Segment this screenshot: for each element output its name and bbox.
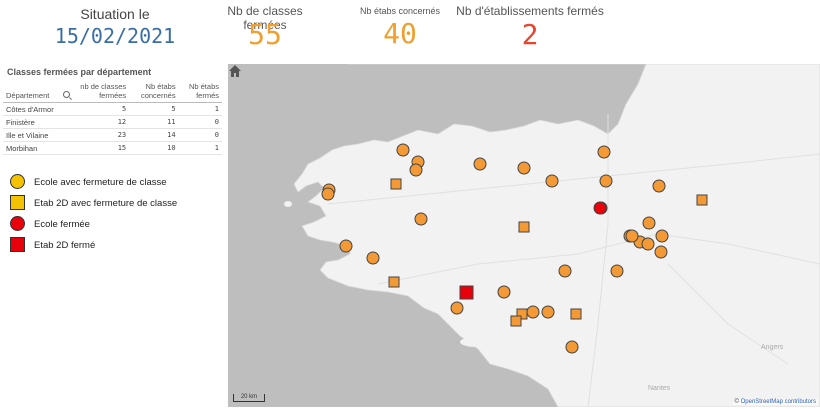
school-marker[interactable] xyxy=(655,229,669,243)
column-header-schools-closed[interactable]: Nb étabs fermés xyxy=(178,80,222,103)
table-row[interactable]: Ille et Vilaine 23 14 0 xyxy=(3,128,222,142)
map-scale: 20 km xyxy=(233,394,265,402)
kpi-schools-concerned-value: 40 xyxy=(383,17,417,50)
cell-schools-closed: 1 xyxy=(178,141,222,155)
situation-label: Situation le xyxy=(80,6,150,22)
cell-closed-classes: 23 xyxy=(74,128,130,142)
table-row[interactable]: Côtes d'Armor 5 5 1 xyxy=(3,102,222,116)
school-marker[interactable] xyxy=(473,157,487,171)
school-marker[interactable] xyxy=(558,264,572,278)
kpi-closed-classes-value: 55 xyxy=(248,18,282,51)
cell-department: Ille et Vilaine xyxy=(3,128,75,142)
table-header-row: Département nb de classes fermées Nb éta… xyxy=(3,80,222,103)
etab2d-marker[interactable] xyxy=(570,308,582,320)
column-header-schools-concerned[interactable]: Nb étabs concernés xyxy=(129,80,179,103)
etab2d-marker[interactable] xyxy=(510,315,522,327)
home-icon[interactable] xyxy=(228,64,242,78)
column-header-department[interactable]: Département xyxy=(3,80,75,103)
etab2d-marker[interactable] xyxy=(696,194,708,206)
cell-schools-concerned: 11 xyxy=(129,115,179,129)
cell-department: Côtes d'Armor xyxy=(3,102,75,116)
etab2d-marker[interactable] xyxy=(390,178,402,190)
legend-label: Etab 2D fermé xyxy=(34,240,96,251)
city-label-angers: Angers xyxy=(761,344,784,351)
school-marker[interactable] xyxy=(497,285,511,299)
square-marker-icon xyxy=(10,195,25,210)
school-marker[interactable] xyxy=(414,212,428,226)
school-marker[interactable] xyxy=(597,145,611,159)
cell-closed-classes: 5 xyxy=(74,102,130,116)
closed-school-marker[interactable] xyxy=(593,201,607,215)
school-marker[interactable] xyxy=(366,251,380,265)
square-marker-icon xyxy=(10,237,25,252)
circle-marker-icon xyxy=(10,216,25,231)
school-marker[interactable] xyxy=(641,237,655,251)
table-row[interactable]: Morbihan 15 10 1 xyxy=(3,141,222,155)
legend-label: Ecole fermée xyxy=(34,219,90,230)
legend-label: Ecole avec fermeture de classe xyxy=(34,177,167,188)
circle-marker-icon xyxy=(10,174,25,189)
cell-schools-concerned: 10 xyxy=(129,141,179,155)
school-marker[interactable] xyxy=(450,301,464,315)
map-view[interactable]: Angers Nantes 20 km © OpenStreetMap cont… xyxy=(228,64,820,407)
school-marker[interactable] xyxy=(541,305,555,319)
cell-schools-concerned: 5 xyxy=(129,102,179,116)
table-row[interactable]: Finistère 12 11 0 xyxy=(3,115,222,129)
school-marker[interactable] xyxy=(339,239,353,253)
search-icon[interactable] xyxy=(63,91,71,98)
school-marker[interactable] xyxy=(610,264,624,278)
cell-closed-classes: 15 xyxy=(74,141,130,155)
cell-schools-closed: 1 xyxy=(178,102,222,116)
city-label-nantes: Nantes xyxy=(648,385,671,392)
closed-etab2d-marker[interactable] xyxy=(459,285,474,300)
school-marker[interactable] xyxy=(409,163,423,177)
column-header-closed-classes[interactable]: nb de classes fermées xyxy=(74,80,130,103)
kpi-schools-closed-label: Nb d'établissements fermés xyxy=(456,4,604,18)
school-marker[interactable] xyxy=(654,245,668,259)
etab2d-marker[interactable] xyxy=(518,221,530,233)
school-marker[interactable] xyxy=(545,174,559,188)
attribution-prefix: © xyxy=(734,399,739,405)
kpi-schools-concerned-label: Nb étabs concernés xyxy=(359,6,441,16)
school-marker[interactable] xyxy=(642,216,656,230)
school-marker[interactable] xyxy=(396,143,410,157)
cell-schools-closed: 0 xyxy=(178,115,222,129)
school-marker[interactable] xyxy=(517,161,531,175)
school-marker[interactable] xyxy=(625,229,639,243)
situation-date: 15/02/2021 xyxy=(54,24,176,48)
school-marker[interactable] xyxy=(526,305,540,319)
kpi-schools-closed-value: 2 xyxy=(521,18,539,51)
cell-department: Finistère xyxy=(3,115,75,129)
school-marker[interactable] xyxy=(599,174,613,188)
legend-label: Etab 2D avec fermeture de classe xyxy=(34,198,178,209)
cell-schools-concerned: 14 xyxy=(129,128,179,142)
cell-department: Morbihan xyxy=(3,141,75,155)
attribution-link[interactable]: OpenStreetMap contributors xyxy=(741,399,816,405)
marker-layer xyxy=(321,143,708,354)
table-title: Classes fermées par département xyxy=(7,67,152,77)
school-marker[interactable] xyxy=(565,340,579,354)
school-marker[interactable] xyxy=(652,179,666,193)
school-marker[interactable] xyxy=(321,187,335,201)
department-table: Département nb de classes fermées Nb éta… xyxy=(3,80,222,155)
map-attribution: © OpenStreetMap contributors xyxy=(732,399,818,405)
cell-schools-closed: 0 xyxy=(178,128,222,142)
cell-closed-classes: 12 xyxy=(74,115,130,129)
etab2d-marker[interactable] xyxy=(388,276,400,288)
